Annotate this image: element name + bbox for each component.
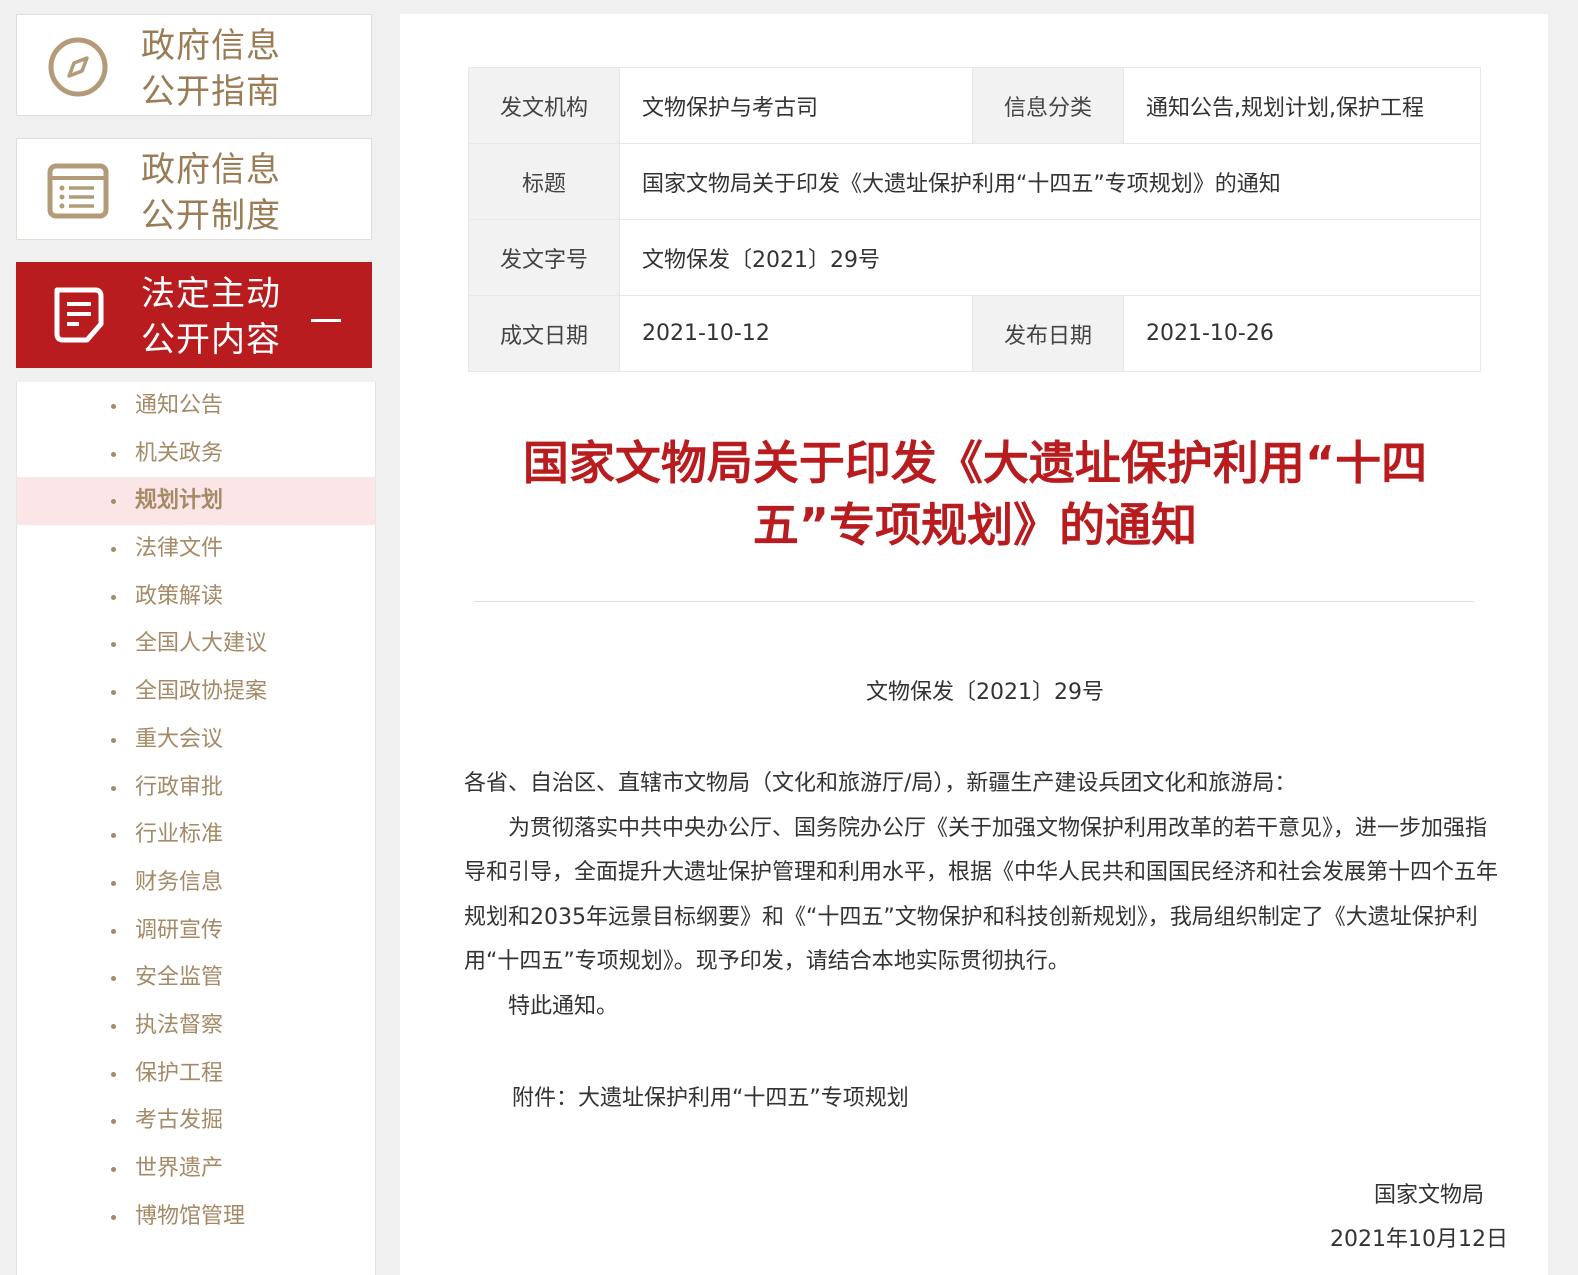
- sidebar-box-statutory-content[interactable]: 法定主动 公开内容: [16, 262, 372, 368]
- compass-icon: [48, 37, 108, 97]
- page: 政府信息 公开指南 政府信息 公开制度 法定主动 公开内容 通知公告 机关政务 …: [0, 0, 1578, 1275]
- main-content: 发文机构 文物保护与考古司 信息分类 通知公告,规划计划,保护工程 标题 国家文…: [400, 14, 1548, 1275]
- issuer-value: 文物保护与考古司: [619, 67, 973, 144]
- signature: 国家文物局 2021年10月12日: [1330, 1174, 1508, 1262]
- submenu-item[interactable]: 重大会议: [17, 716, 375, 764]
- salutation: 各省、自治区、直辖市文物局（文化和旅游厅/局），新疆生产建设兵团文化和旅游局：: [464, 771, 1297, 796]
- label-line: 公开指南: [141, 72, 281, 112]
- submenu-item[interactable]: 保护工程: [17, 1050, 375, 1098]
- submenu-item[interactable]: 机关政务: [17, 430, 375, 478]
- attachment-link[interactable]: 附件：大遗址保护利用“十四五”专项规划: [512, 1080, 909, 1112]
- meta-row: 发文机构 文物保护与考古司 信息分类 通知公告,规划计划,保护工程: [468, 67, 1481, 144]
- article-title-line: 国家文物局关于印发《大遗址保护利用“十四: [522, 436, 1428, 490]
- published-date-value: 2021-10-26: [1123, 295, 1481, 372]
- written-date-value: 2021-10-12: [619, 295, 973, 372]
- submenu-item[interactable]: 全国政协提案: [17, 668, 375, 716]
- sign-date: 2021年10月12日: [1330, 1227, 1508, 1252]
- title-label: 标题: [468, 143, 620, 220]
- submenu-item[interactable]: 财务信息: [17, 859, 375, 907]
- issuer-label: 发文机构: [468, 67, 620, 144]
- submenu-item[interactable]: 调研宣传: [17, 907, 375, 955]
- sidebar-box-disclosure-system[interactable]: 政府信息 公开制度: [16, 138, 372, 240]
- meta-row: 发文字号 文物保发〔2021〕29号: [468, 219, 1481, 296]
- article-body: 各省、自治区、直辖市文物局（文化和旅游厅/局），新疆生产建设兵团文化和旅游局： …: [464, 762, 1504, 1029]
- article-docno: 文物保发〔2021〕29号: [866, 680, 1104, 705]
- submenu-item[interactable]: 执法督察: [17, 1002, 375, 1050]
- category-value: 通知公告,规划计划,保护工程: [1123, 67, 1481, 144]
- label-line: 公开内容: [141, 320, 281, 360]
- submenu-item[interactable]: 行政审批: [17, 764, 375, 812]
- submenu-item[interactable]: 通知公告: [17, 382, 375, 430]
- submenu-item[interactable]: 安全监管: [17, 954, 375, 1002]
- category-label: 信息分类: [972, 67, 1124, 144]
- sign-org: 国家文物局: [1373, 1183, 1484, 1208]
- sidebar: 政府信息 公开指南 政府信息 公开制度 法定主动 公开内容 通知公告 机关政务 …: [16, 14, 376, 1275]
- submenu-item[interactable]: 考古发掘: [17, 1097, 375, 1145]
- label-line: 公开制度: [141, 196, 281, 236]
- submenu-item[interactable]: 行业标准: [17, 811, 375, 859]
- sidebar-box-disclosure-guide[interactable]: 政府信息 公开指南: [16, 14, 372, 116]
- list-icon: [47, 163, 109, 219]
- label-line: 政府信息: [141, 26, 281, 66]
- article-title: 国家文物局关于印发《大遗址保护利用“十四 五”专项规划》的通知: [470, 432, 1480, 556]
- submenu-item[interactable]: 规划计划: [17, 477, 375, 526]
- sidebar-box-label: 法定主动 公开内容: [141, 271, 311, 363]
- meta-row: 标题 国家文物局关于印发《大遗址保护利用“十四五”专项规划》的通知: [468, 143, 1481, 220]
- document-icon: [54, 287, 104, 343]
- meta-row: 成文日期 2021-10-12 发布日期 2021-10-26: [468, 295, 1481, 372]
- meta-table: 发文机构 文物保护与考古司 信息分类 通知公告,规划计划,保护工程 标题 国家文…: [468, 67, 1481, 372]
- label-line: 法定主动: [141, 274, 281, 314]
- docno-value: 文物保发〔2021〕29号: [619, 219, 1481, 296]
- paragraph: 为贯彻落实中共中央办公厅、国务院办公厅《关于加强文物保护利用改革的若干意见》，进…: [464, 815, 1499, 975]
- docno-label: 发文字号: [468, 219, 620, 296]
- sidebar-box-label: 政府信息 公开制度: [141, 147, 311, 239]
- collapse-icon[interactable]: [311, 319, 341, 322]
- sidebar-box-label: 政府信息 公开指南: [141, 23, 311, 115]
- submenu-item[interactable]: 法律文件: [17, 525, 375, 573]
- submenu-item[interactable]: 全国人大建议: [17, 620, 375, 668]
- submenu-item[interactable]: 世界遗产: [17, 1145, 375, 1193]
- submenu-item[interactable]: 博物馆管理: [17, 1193, 375, 1241]
- written-date-label: 成文日期: [468, 295, 620, 372]
- label-line: 政府信息: [141, 150, 281, 190]
- published-date-label: 发布日期: [972, 295, 1124, 372]
- divider: [474, 601, 1474, 602]
- article-title-line: 五”专项规划》的通知: [752, 498, 1198, 552]
- submenu-item[interactable]: 政策解读: [17, 573, 375, 621]
- submenu: 通知公告 机关政务 规划计划 法律文件 政策解读 全国人大建议 全国政协提案 重大会议 行政审批…: [16, 382, 376, 1275]
- title-value: 国家文物局关于印发《大遗址保护利用“十四五”专项规划》的通知: [619, 143, 1481, 220]
- paragraph: 特此通知。: [508, 993, 619, 1019]
